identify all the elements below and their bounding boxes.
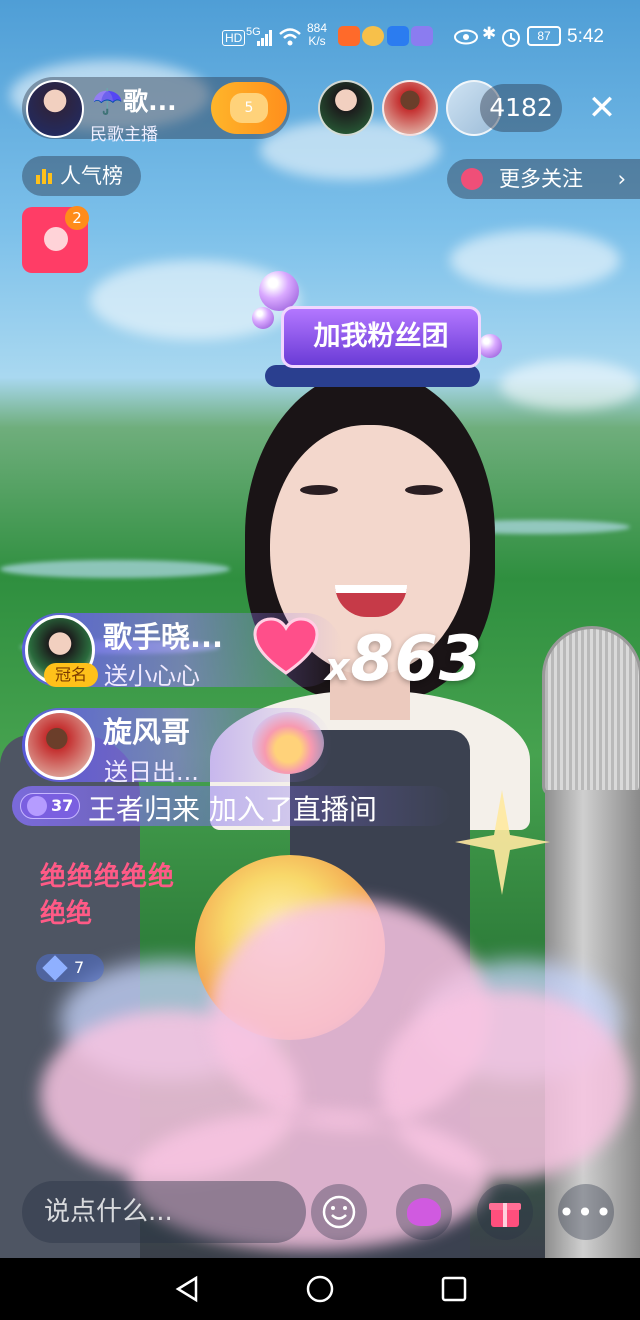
hd-indicator: HD (222, 30, 246, 46)
heart-gift-icon (253, 617, 319, 675)
user-level-badge: 7 (36, 954, 104, 982)
user-level-badge: 37 (20, 793, 80, 819)
fan-club-banner[interactable]: 加我粉丝团 (281, 306, 481, 368)
red-packet-seal-icon (44, 227, 68, 251)
recents-icon[interactable] (440, 1275, 468, 1303)
gift-sender-name: 旋风哥 (103, 715, 191, 749)
heart-badge-icon: 5 (230, 93, 268, 123)
bar-chart-icon (36, 169, 52, 184)
system-nav-bar (0, 1258, 640, 1320)
chat-message: 绝绝绝绝绝 (40, 862, 176, 892)
smile-icon (322, 1195, 356, 1229)
combo-number: 863 (350, 622, 483, 695)
popularity-rank-label: 人气榜 (60, 164, 123, 188)
host-avatar[interactable] (26, 80, 84, 138)
gift-button[interactable] (477, 1184, 533, 1240)
bluetooth-icon: ✱ (482, 24, 497, 43)
comment-input[interactable]: 说点什么... (22, 1181, 306, 1243)
emoji-button[interactable] (311, 1184, 367, 1240)
close-button[interactable]: ✕ (584, 88, 620, 128)
viewer-avatar[interactable] (382, 80, 438, 136)
streamer-eye (405, 485, 443, 495)
app-notification-icon (362, 26, 384, 46)
user-level: 7 (74, 958, 85, 977)
follow-button[interactable]: 5 (211, 82, 287, 134)
more-options-button[interactable]: ••• (558, 1184, 614, 1240)
disco-ball-icon (252, 307, 274, 329)
fan-heart-icon (407, 1198, 441, 1226)
battery-indicator: 87 (527, 26, 561, 46)
disco-ball-icon (259, 271, 299, 311)
fan-club-button[interactable] (396, 1184, 452, 1240)
sunrise-gift-icon (252, 712, 324, 774)
browser-notification-icon (387, 26, 409, 46)
red-packet-badge: 2 (65, 206, 89, 230)
net-speed-unit: K/s (308, 34, 326, 48)
join-notice-text: 王者归来 加入了直播间 (88, 793, 377, 826)
combo-prefix: x (325, 645, 351, 689)
wifi-icon (279, 28, 301, 46)
sparkle-icon (455, 790, 550, 895)
disco-ball-icon (478, 334, 502, 358)
gift-sender-avatar[interactable] (25, 710, 95, 780)
microphone-head (542, 626, 640, 796)
gift-action: 送小心心 (104, 662, 200, 690)
gift-icon (489, 1203, 521, 1227)
gift-sender-name: 歌手晓... (103, 620, 224, 654)
status-bar: HD 5G 884 K/s ✱ 87 5:42 (0, 0, 640, 74)
gift-action: 送日出... (104, 758, 199, 786)
sky-cloud (450, 230, 620, 290)
net-speed: 884 K/s (307, 22, 327, 48)
more-dots-icon: ••• (558, 1195, 614, 1229)
viewer-count[interactable]: 4182 (480, 84, 562, 132)
signal-icon (257, 30, 272, 46)
streamer-eye (300, 485, 338, 495)
back-icon[interactable] (172, 1274, 202, 1304)
app-notification-icon (338, 26, 360, 46)
host-subtitle: 民歌主播 (90, 125, 158, 145)
home-icon[interactable] (305, 1274, 335, 1304)
chat-message: 绝绝 (40, 899, 93, 929)
headband (265, 365, 480, 387)
diamond-icon (42, 955, 68, 981)
more-follow-label: 更多关注 (499, 167, 583, 191)
live-bars-icon (461, 168, 483, 190)
music-notification-icon (411, 26, 433, 46)
user-level: 37 (51, 796, 74, 815)
level-gem-icon (27, 796, 47, 816)
host-name: ☂️歌... (92, 87, 177, 116)
chevron-right-icon: › (617, 167, 626, 191)
gift-combo-count: x863 (325, 622, 483, 695)
clock: 5:42 (567, 26, 604, 47)
sponsor-tag: 冠名 (44, 663, 98, 687)
alarm-icon (502, 29, 520, 47)
viewer-avatar[interactable] (318, 80, 374, 136)
eye-icon (454, 29, 478, 45)
